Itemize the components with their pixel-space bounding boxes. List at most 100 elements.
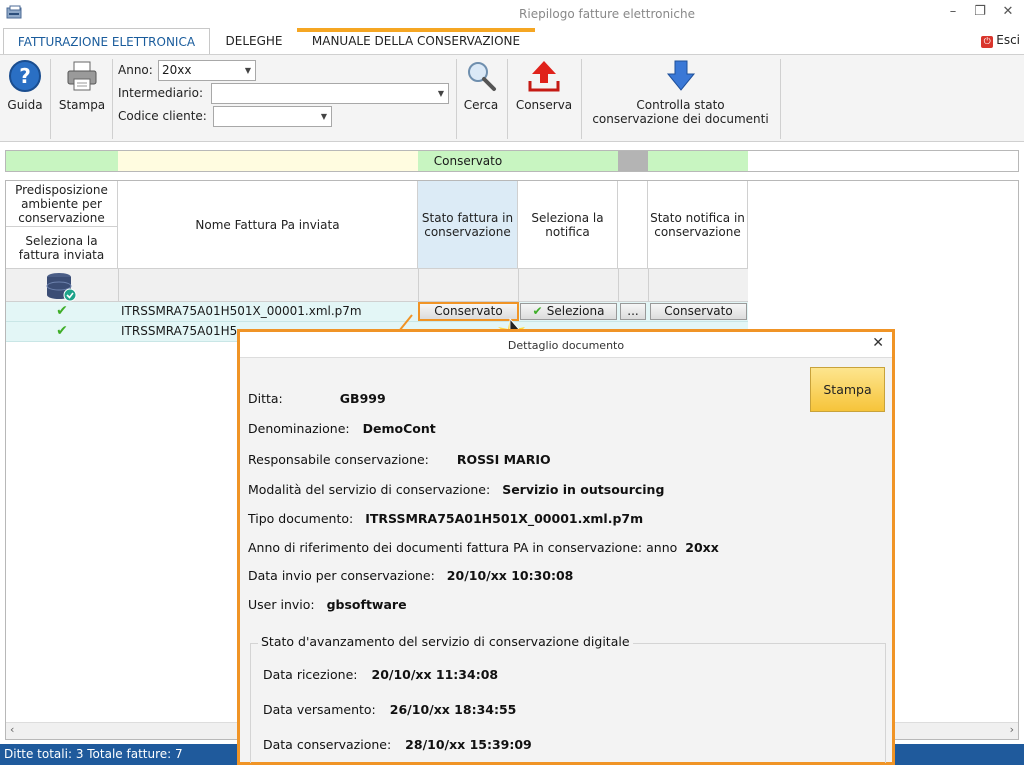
user-invio-row: User invio: gbsoftware	[248, 597, 407, 612]
window-title: Riepilogo fatture elettroniche	[519, 7, 695, 21]
checkmark-icon[interactable]: ✔	[6, 302, 118, 321]
denominazione-row: Denominazione: DemoCont	[248, 421, 436, 436]
anno-riferimento-value: 20xx	[685, 540, 719, 555]
ribbon-separator	[456, 59, 457, 139]
data-versamento-label: Data versamento:	[263, 702, 376, 717]
responsabile-value: ROSSI MARIO	[456, 452, 551, 467]
filter-cell-dots[interactable]	[618, 151, 648, 171]
close-icon[interactable]: ✕	[872, 335, 884, 351]
dialog-stampa-button[interactable]: Stampa	[810, 367, 885, 412]
cerca-button[interactable]: Cerca	[459, 59, 503, 112]
dots-button[interactable]: ...	[620, 303, 646, 320]
restore-button[interactable]: ❐	[970, 4, 990, 19]
codice-cliente-select[interactable]: ▼	[213, 106, 332, 127]
anno-select[interactable]: 20xx ▼	[158, 60, 256, 81]
stato-notifica-button[interactable]: Conservato	[650, 303, 747, 320]
scroll-left-icon[interactable]: ‹	[10, 723, 14, 736]
filter-cell-stato-fattura[interactable]: Conservato	[418, 151, 518, 171]
tab-bar: FATTURAZIONE ELETTRONICA DELEGHE MANUALE…	[0, 28, 1024, 54]
data-versamento-value: 26/10/xx 18:34:55	[389, 702, 517, 717]
data-invio-label: Data invio per conservazione:	[248, 568, 435, 583]
header-predisposizione[interactable]: Predisposizione ambiente per conservazio…	[6, 181, 118, 227]
chevron-down-icon: ▼	[244, 66, 251, 75]
scroll-right-icon[interactable]: ›	[1010, 723, 1014, 736]
data-invio-value: 20/10/xx 10:30:08	[446, 568, 574, 583]
header-seleziona-fattura[interactable]: Seleziona la fattura inviata	[6, 227, 118, 269]
data-conservazione-row: Data conservazione: 28/10/xx 15:39:09	[263, 737, 532, 752]
intermediario-select[interactable]: ▼	[211, 83, 449, 104]
header-stato-fattura[interactable]: Stato fattura in conservazione	[418, 181, 518, 269]
seleziona-notifica-label: Seleziona	[546, 304, 605, 318]
filter-cell-stato-notifica[interactable]	[648, 151, 748, 171]
anno-row: Anno di riferimento dei documenti fattur…	[248, 540, 719, 555]
ditta-label: Ditta:	[248, 391, 283, 406]
anno-value: 20xx	[162, 63, 192, 77]
dialog-title: Dettaglio documento	[240, 332, 892, 358]
controlla-stato-button[interactable]: Controlla stato conservazione dei docume…	[584, 59, 777, 126]
data-ricezione-value: 20/10/xx 11:34:08	[371, 667, 499, 682]
header-stato-notifica[interactable]: Stato notifica in conservazione	[648, 181, 748, 269]
upload-arrow-icon	[528, 61, 560, 92]
close-window-button[interactable]: ✕	[998, 4, 1018, 19]
header-nome-fattura[interactable]: Nome Fattura Pa inviata	[118, 181, 418, 269]
filter-strip: Conservato	[5, 150, 1019, 172]
exit-label: Esci	[996, 33, 1020, 47]
controlla-label-line2: conservazione dei documenti	[592, 112, 769, 126]
grid-divider	[618, 269, 619, 302]
dettaglio-documento-dialog: Dettaglio documento ✕ Stampa Ditta: GB999…	[237, 329, 895, 765]
grid-divider	[518, 269, 519, 302]
tab-deleghe[interactable]: DELEGHE	[214, 28, 294, 54]
data-conservazione-value: 28/10/xx 15:39:09	[405, 737, 532, 752]
stampa-label: Stampa	[58, 98, 106, 112]
tipo-row: Tipo documento: ITRSSMRA75A01H501X_00001.…	[248, 511, 643, 526]
seleziona-notifica-button[interactable]: ✔ Seleziona	[520, 303, 617, 320]
download-arrow-icon	[666, 60, 695, 91]
svg-text:?: ?	[19, 64, 31, 88]
user-invio-value: gbsoftware	[326, 597, 407, 612]
exit-button[interactable]: ⏻ Esci	[981, 33, 1020, 48]
title-bar: Riepilogo fatture elettroniche – ❐ ✕	[0, 0, 1024, 28]
controlla-label-line1: Controlla stato	[636, 98, 725, 112]
filter-cell-nome[interactable]	[118, 151, 418, 171]
anno-riferimento-label: Anno di riferimento dei documenti fattur…	[248, 540, 678, 555]
ribbon-toolbar: ? Guida Stampa Anno: 20xx ▼ Intermediari…	[0, 54, 1024, 142]
denominazione-value: DemoCont	[362, 421, 436, 436]
help-icon: ?	[9, 60, 41, 92]
filter-cell-predisposizione[interactable]	[6, 151, 118, 171]
guida-button[interactable]: ? Guida	[4, 59, 46, 112]
conserva-button[interactable]: Conserva	[511, 59, 577, 112]
stato-avanzamento-title: Stato d'avanzamento del servizio di cons…	[258, 634, 633, 649]
magnifier-icon	[468, 62, 496, 91]
tab-manuale-conservazione[interactable]: MANUALE DELLA CONSERVAZIONE	[297, 28, 535, 54]
ribbon-separator	[581, 59, 582, 139]
modalita-row: Modalità del servizio di conservazione: S…	[248, 482, 664, 497]
exit-icon: ⏻	[981, 36, 994, 48]
data-invio-row: Data invio per conservazione: 20/10/xx 10…	[248, 568, 573, 583]
checkmark-icon[interactable]: ✔	[6, 322, 118, 341]
printer-icon	[67, 61, 97, 91]
data-ricezione-row: Data ricezione: 20/10/xx 11:34:08	[263, 667, 498, 682]
data-conservazione-label: Data conservazione:	[263, 737, 392, 752]
stampa-button[interactable]: Stampa	[55, 59, 109, 112]
user-invio-label: User invio:	[248, 597, 315, 612]
tipo-value: ITRSSMRA75A01H501X_00001.xml.p7m	[365, 511, 644, 526]
ditta-value: GB999	[339, 391, 386, 406]
modalita-label: Modalità del servizio di conservazione:	[248, 482, 491, 497]
minimize-button[interactable]: –	[943, 4, 963, 19]
ribbon-separator	[112, 59, 113, 139]
modalita-value: Servizio in outsourcing	[502, 482, 665, 497]
responsabile-label: Responsabile conservazione:	[248, 452, 429, 467]
data-ricezione-label: Data ricezione:	[263, 667, 358, 682]
checkmark-icon: ✔	[532, 304, 547, 318]
intermediario-label: Intermediario:	[118, 86, 203, 100]
data-versamento-row: Data versamento: 26/10/xx 18:34:55	[263, 702, 516, 717]
filter-cell-seleziona-notifica[interactable]	[518, 151, 618, 171]
header-seleziona-notifica[interactable]: Seleziona la notifica	[518, 181, 618, 269]
tab-fatturazione-elettronica[interactable]: FATTURAZIONE ELETTRONICA	[3, 28, 210, 54]
header-dots	[618, 181, 648, 269]
nome-fattura-cell: ITRSSMRA75A01H5	[121, 324, 238, 338]
database-icon[interactable]	[44, 271, 78, 303]
guida-label: Guida	[7, 98, 43, 112]
grid-divider	[118, 269, 119, 302]
ribbon-separator	[507, 59, 508, 139]
